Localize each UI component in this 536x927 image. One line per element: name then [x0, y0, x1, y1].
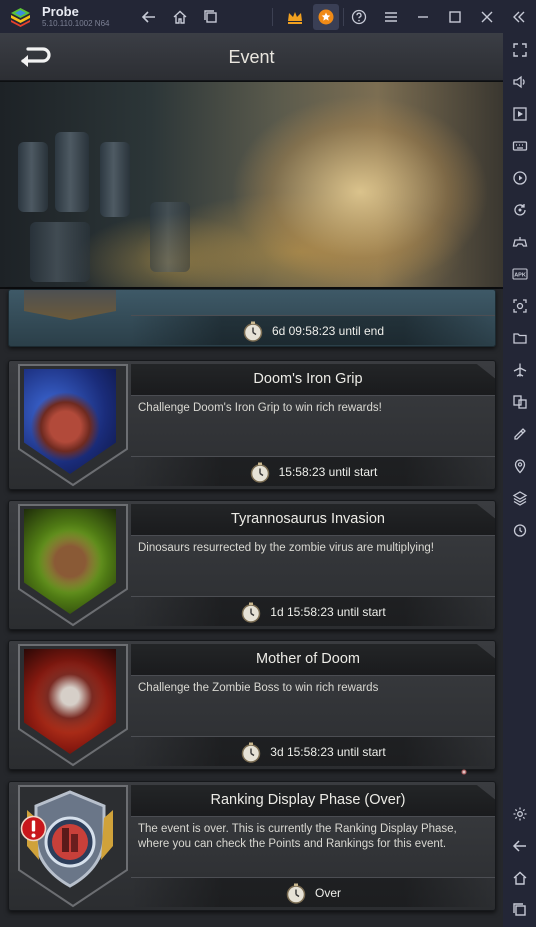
event-icon-1	[24, 290, 116, 320]
multi-instance-icon[interactable]	[510, 392, 529, 411]
timer-text: 15:58:23 until start	[278, 465, 378, 479]
event-description: The event is over. This is currently the…	[138, 823, 457, 850]
stopwatch-icon	[242, 742, 261, 763]
event-card-tyrannosaurus-invasion[interactable]: Tyrannosaurus Invasion Dinosaurs resurre…	[8, 500, 496, 630]
home-icon[interactable]	[169, 6, 191, 28]
recent-apps-icon[interactable]	[200, 6, 222, 28]
title-bar: Probe 5.10.110.1002 N64	[0, 0, 536, 33]
sync-icon[interactable]	[510, 200, 529, 219]
emulator-window: Probe 5.10.110.1002 N64 APK Event 6d 09:…	[0, 0, 536, 927]
timer-text: 6d 09:58:23 until end	[271, 324, 385, 338]
timer-text: Over	[314, 886, 341, 900]
event-card-mother-of-doom[interactable]: Mother of Doom Challenge the Zombie Boss…	[8, 640, 496, 775]
help-icon[interactable]	[348, 6, 370, 28]
event-description: Challenge Doom's Iron Grip to win rich r…	[138, 402, 382, 414]
emulator-sidebar: APK	[503, 33, 536, 927]
event-timer: 15:58:23 until start	[131, 456, 495, 486]
keyboard-icon[interactable]	[510, 136, 529, 155]
event-title: Doom's Iron Grip	[253, 371, 363, 387]
event-timer: 1d 15:58:23 until start	[131, 596, 495, 626]
back-icon[interactable]	[138, 6, 160, 28]
collapse-sidebar-icon[interactable]	[508, 6, 530, 28]
event-banner-image	[0, 81, 503, 289]
event-title: Tyrannosaurus Invasion	[231, 511, 385, 527]
close-icon[interactable]	[476, 6, 498, 28]
event-timer-1: 6d 09:58:23 until end	[131, 315, 495, 345]
screenshot-icon[interactable]	[510, 296, 529, 315]
event-card-1[interactable]: 6d 09:58:23 until end	[8, 289, 496, 347]
svg-text:APK: APK	[514, 272, 526, 278]
fullscreen-icon[interactable]	[510, 40, 529, 59]
maximize-icon[interactable]	[444, 6, 466, 28]
event-timer: Over	[131, 877, 495, 907]
location-icon[interactable]	[510, 456, 529, 475]
event-timer: 3d 15:58:23 until start	[131, 736, 495, 766]
star-badge-icon[interactable]	[313, 4, 339, 30]
volume-icon[interactable]	[510, 72, 529, 91]
controller-icon[interactable]	[510, 232, 529, 251]
event-card-ranking-display[interactable]: Ranking Display Phase (Over) The event i…	[8, 781, 496, 911]
event-description: Dinosaurs resurrected by the zombie viru…	[138, 542, 434, 554]
app-name: Probe	[42, 4, 79, 19]
timer-text: 1d 15:58:23 until start	[270, 605, 386, 619]
event-header: Event	[0, 33, 503, 81]
menu-icon[interactable]	[380, 6, 402, 28]
event-description: Challenge the Zombie Boss to win rich re…	[138, 682, 379, 694]
game-screen: Event 6d 09:58:23 until end Doom's Iron …	[0, 33, 503, 927]
bluestacks-logo-icon	[11, 8, 30, 27]
apk-icon[interactable]: APK	[510, 264, 529, 283]
app-version: 5.10.110.1002 N64	[42, 19, 110, 28]
event-title: Ranking Display Phase (Over)	[210, 792, 406, 808]
event-card-doom-iron-grip[interactable]: Doom's Iron Grip Challenge Doom's Iron G…	[8, 360, 496, 490]
layers-icon[interactable]	[510, 488, 529, 507]
alert-exclamation-icon	[20, 815, 47, 842]
page-title: Event	[228, 47, 275, 67]
airplane-icon[interactable]	[510, 360, 529, 379]
stopwatch-icon	[242, 602, 261, 623]
timer-text: 3d 15:58:23 until start	[270, 745, 386, 759]
android-recents-icon[interactable]	[510, 900, 529, 919]
macro-icon[interactable]	[510, 168, 529, 187]
event-title: Mother of Doom	[256, 651, 360, 667]
settings-icon[interactable]	[510, 804, 529, 823]
android-back-icon[interactable]	[510, 836, 529, 855]
timer-icon[interactable]	[510, 520, 529, 539]
stopwatch-icon	[250, 462, 269, 483]
folder-icon[interactable]	[510, 328, 529, 347]
crown-icon[interactable]	[282, 4, 308, 30]
stopwatch-icon	[243, 321, 263, 342]
eco-mode-icon[interactable]	[510, 424, 529, 443]
android-home-icon[interactable]	[510, 868, 529, 887]
screen-record-icon[interactable]	[510, 104, 529, 123]
stopwatch-icon	[286, 883, 306, 904]
minimize-icon[interactable]	[412, 6, 434, 28]
